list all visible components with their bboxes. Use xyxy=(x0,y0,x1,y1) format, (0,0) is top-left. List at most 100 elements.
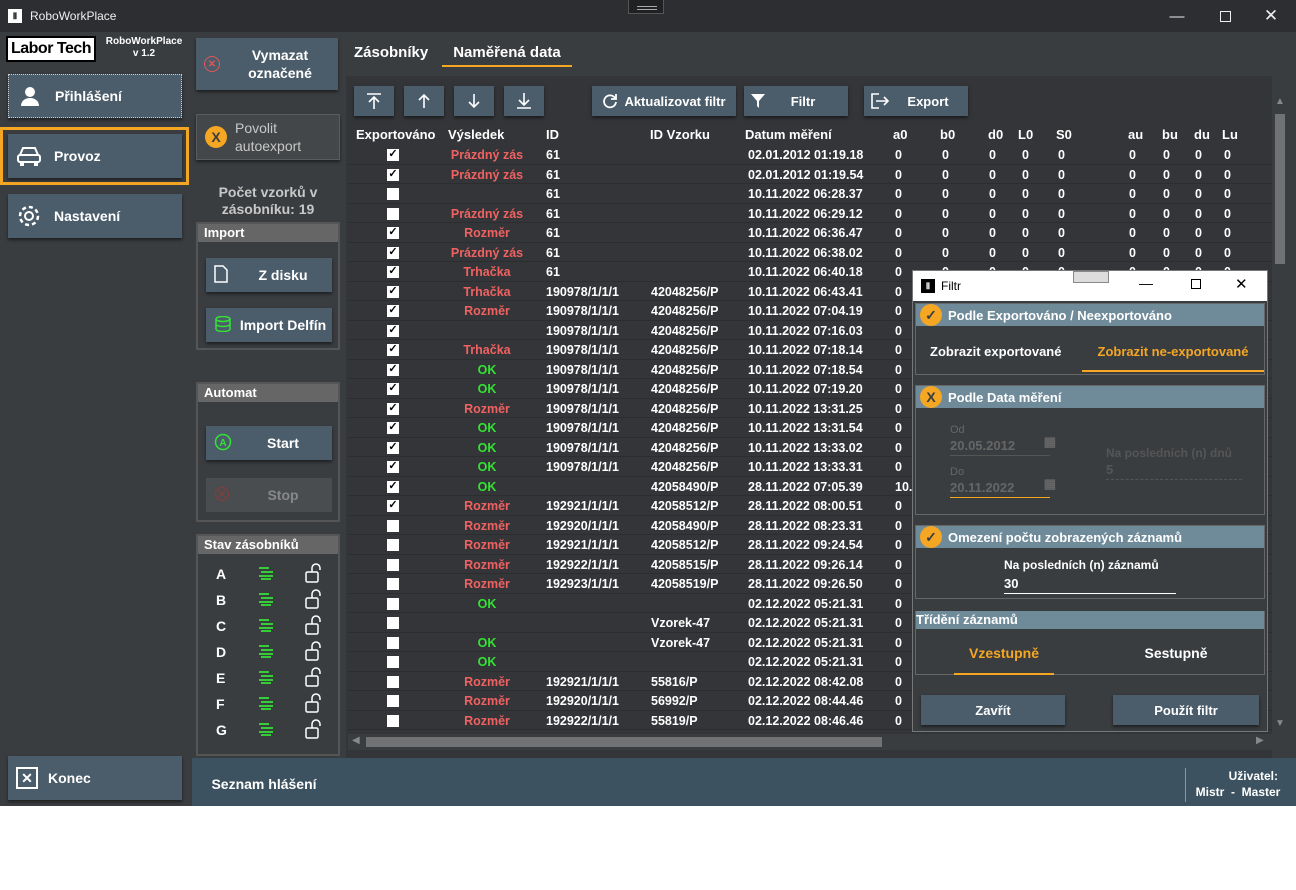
vertical-scrollbar[interactable]: ▲ ▼ xyxy=(1272,96,1288,736)
exit-button[interactable]: ✕ Konec xyxy=(8,756,182,800)
exported-checkbox[interactable]: ✓ xyxy=(387,383,399,395)
exported-checkbox[interactable]: ✓ xyxy=(387,149,399,161)
start-button[interactable]: A Start xyxy=(206,426,332,460)
records-field[interactable]: 30 xyxy=(1004,576,1176,594)
move-up-button[interactable] xyxy=(404,86,444,116)
scroll-down-icon[interactable]: ▼ xyxy=(1274,718,1286,734)
move-top-button[interactable] xyxy=(354,86,394,116)
exported-checkbox[interactable]: ✓ xyxy=(387,441,399,454)
exported-checkbox[interactable]: ✓ xyxy=(387,402,399,415)
table-row[interactable]: ✓ Prázdný zás 61 10.11.2022 06:38.02 0 0 0 0 0 0 0… xyxy=(348,243,1272,262)
exported-checkbox[interactable] xyxy=(387,188,399,200)
import-delfin-button[interactable]: Import Delfín xyxy=(206,308,332,342)
column-header[interactable]: ID Vzorku xyxy=(650,127,710,142)
scroll-up-icon[interactable]: ▲ xyxy=(1274,96,1286,112)
days-field[interactable]: 5 xyxy=(1106,462,1242,480)
exported-checkbox[interactable] xyxy=(387,539,399,551)
move-down-button[interactable] xyxy=(454,86,494,116)
exported-checkbox[interactable]: ✓ xyxy=(387,266,399,278)
exported-checkbox[interactable] xyxy=(387,636,399,649)
tab-zasobniky[interactable]: Zásobníky xyxy=(354,44,428,61)
dialog-close-button[interactable]: ✕ xyxy=(1235,275,1248,293)
scroll-left-icon[interactable]: ◀ xyxy=(352,735,360,746)
exported-checkbox[interactable]: ✓ xyxy=(387,422,399,434)
exported-checkbox[interactable]: ✓ xyxy=(387,461,399,473)
unlock-icon[interactable] xyxy=(304,693,322,716)
close-window-button[interactable]: ✕ xyxy=(1248,0,1294,32)
column-header[interactable]: du xyxy=(1194,127,1210,142)
exported-checkbox[interactable]: ✓ xyxy=(387,285,399,298)
column-header[interactable]: Lu xyxy=(1222,127,1238,142)
scroll-right-icon[interactable]: ▶ xyxy=(1256,735,1264,746)
vertical-scroll-thumb[interactable] xyxy=(1275,114,1285,264)
drag-handle[interactable] xyxy=(628,0,664,14)
table-row[interactable]: ✓ Rozměr 61 10.11.2022 06:36.47 0 0 0 0 0 0 0 0 0 xyxy=(348,223,1272,243)
show-not-exported-option[interactable]: Zobrazit ne-exportované xyxy=(1082,338,1264,372)
nav-settings-button[interactable]: Nastavení xyxy=(8,194,182,238)
sort-ascending-option[interactable]: Vzestupně xyxy=(954,633,1054,675)
dialog-close-action[interactable]: Zavřít xyxy=(921,695,1065,725)
column-header[interactable]: Datum měření xyxy=(745,127,832,142)
unlock-icon[interactable] xyxy=(304,641,322,664)
exported-checkbox[interactable] xyxy=(387,558,399,571)
unlock-icon[interactable] xyxy=(304,667,322,690)
exported-checkbox[interactable] xyxy=(387,656,399,668)
dialog-drag-handle[interactable] xyxy=(1073,271,1109,283)
sort-descending-option[interactable]: Sestupně xyxy=(1126,645,1226,661)
filter-button[interactable]: Filtr xyxy=(744,86,848,116)
exported-checkbox[interactable]: ✓ xyxy=(387,168,399,181)
column-header[interactable]: b0 xyxy=(940,127,955,142)
column-header[interactable]: d0 xyxy=(988,127,1003,142)
unlock-icon[interactable] xyxy=(304,589,322,612)
exported-checkbox[interactable] xyxy=(387,617,399,629)
delete-selected-button[interactable]: ✕ Vymazat označené xyxy=(196,38,338,90)
column-header[interactable]: Výsledek xyxy=(448,127,504,142)
exported-checkbox[interactable] xyxy=(387,695,399,707)
column-header[interactable]: Exportováno xyxy=(356,127,435,142)
move-bottom-button[interactable] xyxy=(504,86,544,116)
exported-checkbox[interactable]: ✓ xyxy=(387,344,399,356)
stop-button[interactable]: Stop xyxy=(206,478,332,512)
column-header[interactable]: au xyxy=(1128,127,1143,142)
exported-checkbox[interactable] xyxy=(387,207,399,220)
autoexport-toggle[interactable]: X Povolit autoexport xyxy=(196,114,340,160)
exported-checkbox[interactable] xyxy=(387,675,399,688)
dialog-maximize-button[interactable] xyxy=(1191,279,1201,289)
maximize-button[interactable] xyxy=(1202,0,1248,32)
import-from-disk-button[interactable]: Z disku xyxy=(206,258,332,292)
table-row[interactable]: Prázdný zás 61 10.11.2022 06:29.12 0 0 0 0 0 0 0 0… xyxy=(348,204,1272,223)
table-row[interactable]: ✓ Prázdný zás 61 02.01.2012 01:19.54 0 0 0 0 0 0 0… xyxy=(348,165,1272,184)
exported-checkbox[interactable]: ✓ xyxy=(387,363,399,376)
table-row[interactable]: 61 10.11.2022 06:28.37 0 0 0 0 0 0 0 0 0 xyxy=(348,184,1272,204)
nav-login-button[interactable]: Přihlášení xyxy=(8,74,182,118)
nav-operation-button[interactable]: Provoz xyxy=(8,134,182,178)
exported-checkbox[interactable] xyxy=(387,714,399,727)
to-date-field[interactable]: 20.11.2022 ▦ xyxy=(950,476,1056,498)
messages-button[interactable]: Seznam hlášení xyxy=(200,764,328,804)
table-row[interactable]: ✓ Prázdný zás 61 02.01.2012 01:19.18 0 0 0 0 0 0 0… xyxy=(348,145,1272,165)
unlock-icon[interactable] xyxy=(304,719,322,742)
exported-checkbox[interactable]: ✓ xyxy=(387,500,399,512)
exported-checkbox[interactable]: ✓ xyxy=(387,227,399,239)
unlock-icon[interactable] xyxy=(304,563,322,586)
tab-namerena-data[interactable]: Naměřená data xyxy=(442,44,572,67)
exported-checkbox[interactable]: ✓ xyxy=(387,246,399,259)
horizontal-scroll-thumb[interactable] xyxy=(366,737,882,747)
column-header[interactable]: ID xyxy=(546,127,559,142)
from-date-field[interactable]: 20.05.2012 ▦ xyxy=(950,434,1056,456)
column-header[interactable]: L0 xyxy=(1018,127,1033,142)
minimize-button[interactable]: — xyxy=(1154,0,1200,32)
export-button[interactable]: Export xyxy=(864,86,968,116)
exported-checkbox[interactable]: ✓ xyxy=(387,480,399,493)
horizontal-scrollbar[interactable]: ◀ ▶ xyxy=(348,734,1272,750)
refresh-filter-button[interactable]: Aktualizovat filtr xyxy=(592,86,736,116)
column-header[interactable]: S0 xyxy=(1056,127,1072,142)
exported-checkbox[interactable]: ✓ xyxy=(387,305,399,317)
show-exported-option[interactable]: Zobrazit exportované xyxy=(930,344,1061,359)
column-header[interactable]: bu xyxy=(1162,127,1178,142)
exported-checkbox[interactable] xyxy=(387,578,399,590)
dialog-minimize-button[interactable]: — xyxy=(1139,275,1153,291)
exported-checkbox[interactable]: ✓ xyxy=(387,324,399,337)
unlock-icon[interactable] xyxy=(304,615,322,638)
exported-checkbox[interactable] xyxy=(387,519,399,532)
